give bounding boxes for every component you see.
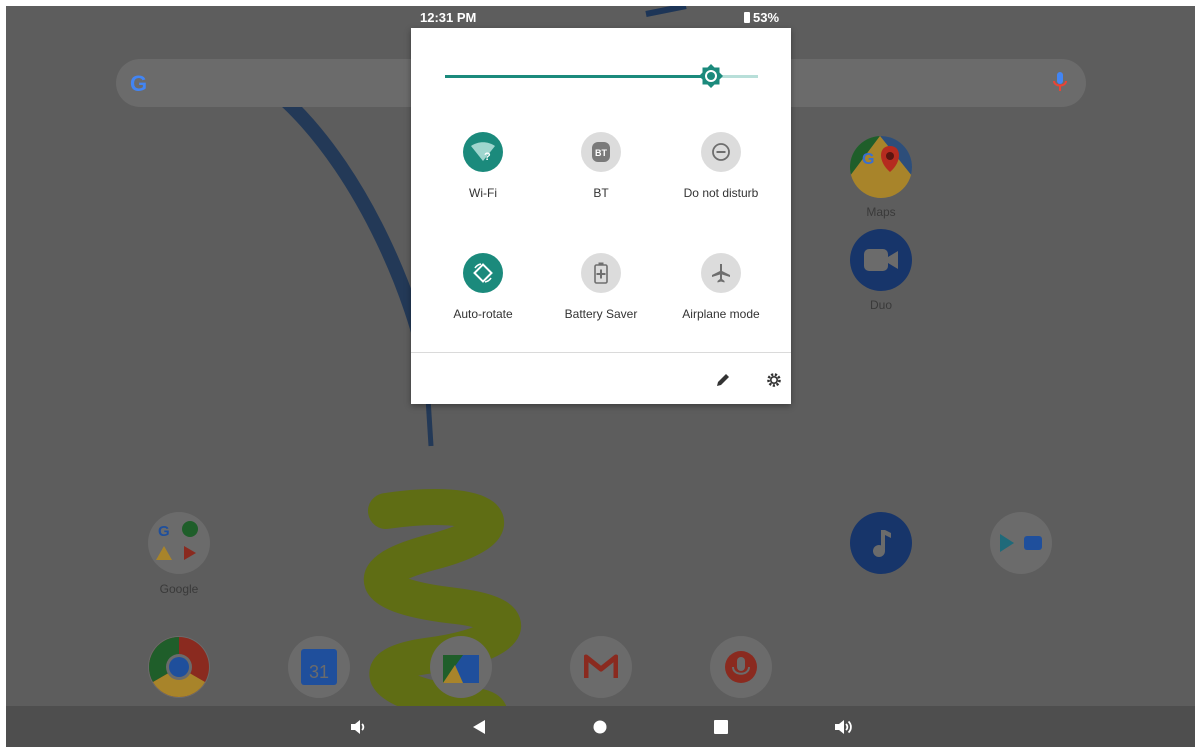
status-time: 12:31 PM	[420, 10, 477, 25]
svg-text:G: G	[862, 151, 874, 168]
wifi-icon: ?	[463, 132, 503, 172]
calendar-icon[interactable]: 31	[288, 636, 350, 698]
recents-icon[interactable]	[710, 716, 732, 738]
recorder-icon[interactable]	[710, 636, 772, 698]
home-screen: 12:31 PM 53% G G Maps Duo G Google 31 ? …	[6, 6, 1195, 747]
airplane-icon	[701, 253, 741, 293]
app-label-google: Google	[159, 582, 199, 596]
status-bar: 12:31 PM 53%	[6, 6, 1195, 28]
brightness-slider[interactable]	[445, 64, 758, 88]
volume-down-icon[interactable]	[348, 716, 370, 738]
tile-label-bt: BT	[593, 186, 609, 200]
home-icon[interactable]	[589, 716, 611, 738]
mic-icon[interactable]	[1052, 71, 1068, 93]
tile-airplane-mode[interactable]: Airplane mode	[661, 253, 781, 353]
files-icon[interactable]	[430, 636, 492, 698]
navigation-bar	[6, 706, 1195, 747]
battery-saver-icon	[581, 253, 621, 293]
tile-do-not-disturb[interactable]: Do not disturb	[661, 132, 781, 232]
back-icon[interactable]	[468, 716, 490, 738]
calendar-date: 31	[301, 649, 337, 685]
do-not-disturb-icon	[701, 132, 741, 172]
google-logo: G	[130, 71, 148, 96]
tile-label-battery-saver: Battery Saver	[564, 307, 638, 321]
play-folder-icon[interactable]	[990, 512, 1052, 574]
chrome-icon[interactable]	[148, 636, 210, 698]
google-folder-icon[interactable]: G	[148, 512, 210, 574]
app-label-duo: Duo	[869, 298, 892, 312]
bluetooth-icon: BT	[581, 132, 621, 172]
quick-settings-panel: ? Wi-Fi BT BT Do not disturb Auto-rotate	[411, 28, 791, 404]
svg-text:?: ?	[484, 151, 491, 162]
brightness-slider-fill	[445, 75, 712, 78]
qs-divider	[411, 352, 791, 353]
maps-icon[interactable]: G	[850, 136, 912, 198]
app-label-maps: Maps	[866, 205, 896, 219]
tile-bluetooth[interactable]: BT BT	[541, 132, 661, 232]
tile-label-dnd: Do not disturb	[683, 186, 759, 200]
gmail-icon[interactable]	[570, 636, 632, 698]
svg-text:BT: BT	[595, 148, 607, 158]
volume-up-icon[interactable]	[833, 716, 855, 738]
brightness-icon[interactable]	[698, 63, 724, 89]
pencil-icon[interactable]	[711, 368, 735, 392]
music-icon[interactable]	[850, 512, 912, 574]
gear-icon[interactable]	[762, 368, 786, 392]
tile-auto-rotate[interactable]: Auto-rotate	[423, 253, 543, 353]
tile-label-auto-rotate: Auto-rotate	[453, 307, 513, 321]
duo-icon[interactable]	[850, 229, 912, 291]
status-battery: 53%	[744, 10, 779, 25]
battery-icon	[744, 12, 750, 23]
tile-label-airplane: Airplane mode	[682, 307, 760, 321]
battery-percent: 53%	[753, 10, 780, 25]
tile-wifi[interactable]: ? Wi-Fi	[423, 132, 543, 232]
svg-text:G: G	[158, 523, 170, 540]
tile-label-wifi: Wi-Fi	[469, 186, 497, 200]
tile-battery-saver[interactable]: Battery Saver	[541, 253, 661, 353]
auto-rotate-icon	[463, 253, 503, 293]
